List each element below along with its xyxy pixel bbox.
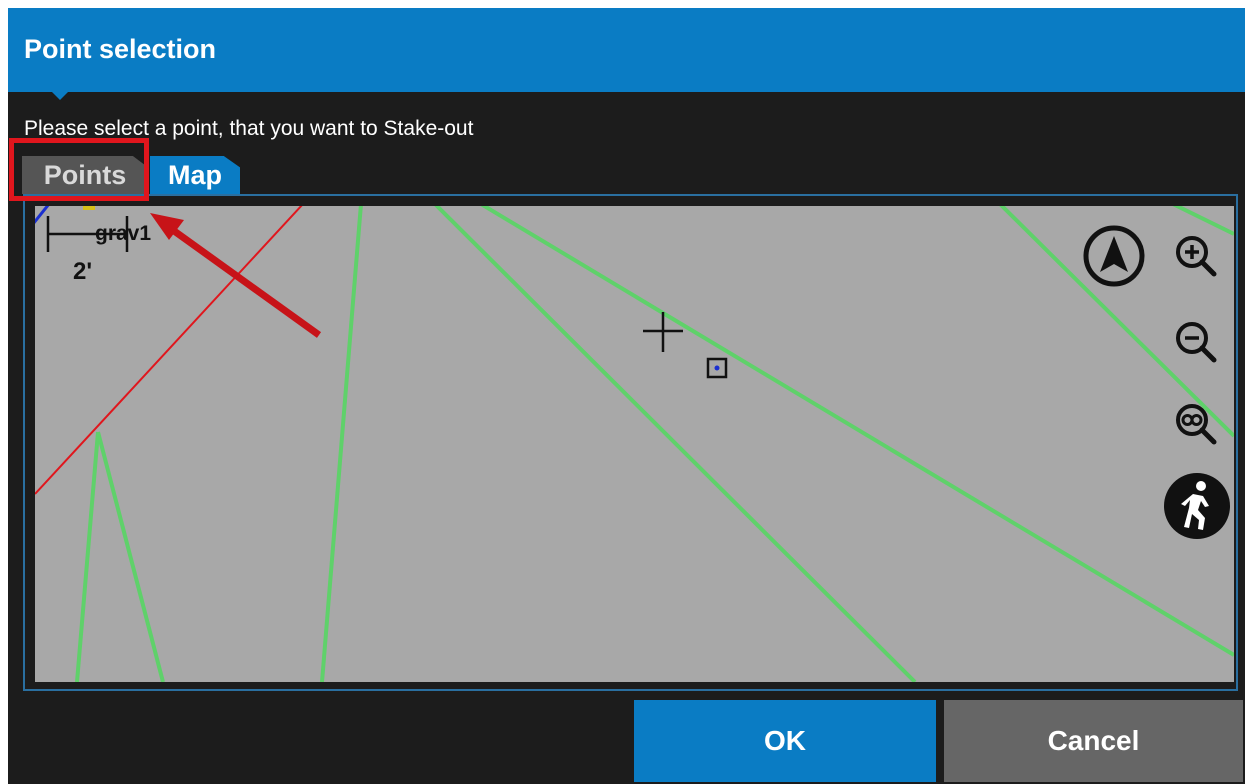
- zoom-in-icon[interactable]: [1172, 232, 1220, 280]
- zoom-out-icon[interactable]: [1172, 318, 1220, 366]
- point-marker: [83, 206, 95, 210]
- zoom-extents-icon[interactable]: [1172, 400, 1220, 448]
- cancel-button[interactable]: Cancel: [944, 700, 1243, 782]
- walk-icon[interactable]: [1163, 472, 1231, 540]
- ok-button[interactable]: OK: [634, 700, 936, 782]
- map-view[interactable]: grav1 2': [35, 206, 1234, 682]
- titlebar-notch: [52, 92, 68, 100]
- highlight-box: [9, 138, 149, 201]
- scale-label: 2': [73, 258, 93, 285]
- dialog-titlebar: Point selection: [8, 8, 1245, 100]
- north-arrow-icon[interactable]: [1082, 224, 1146, 288]
- tab-map-label: Map: [168, 159, 222, 190]
- crosshair-icon: [643, 312, 683, 352]
- dialog-title: Point selection: [24, 34, 217, 64]
- point-label: grav1: [95, 222, 152, 245]
- map-lines: [35, 206, 1234, 682]
- tab-map[interactable]: Map: [150, 156, 240, 194]
- point-selection-dialog: Point selection Please select a point, t…: [8, 8, 1245, 784]
